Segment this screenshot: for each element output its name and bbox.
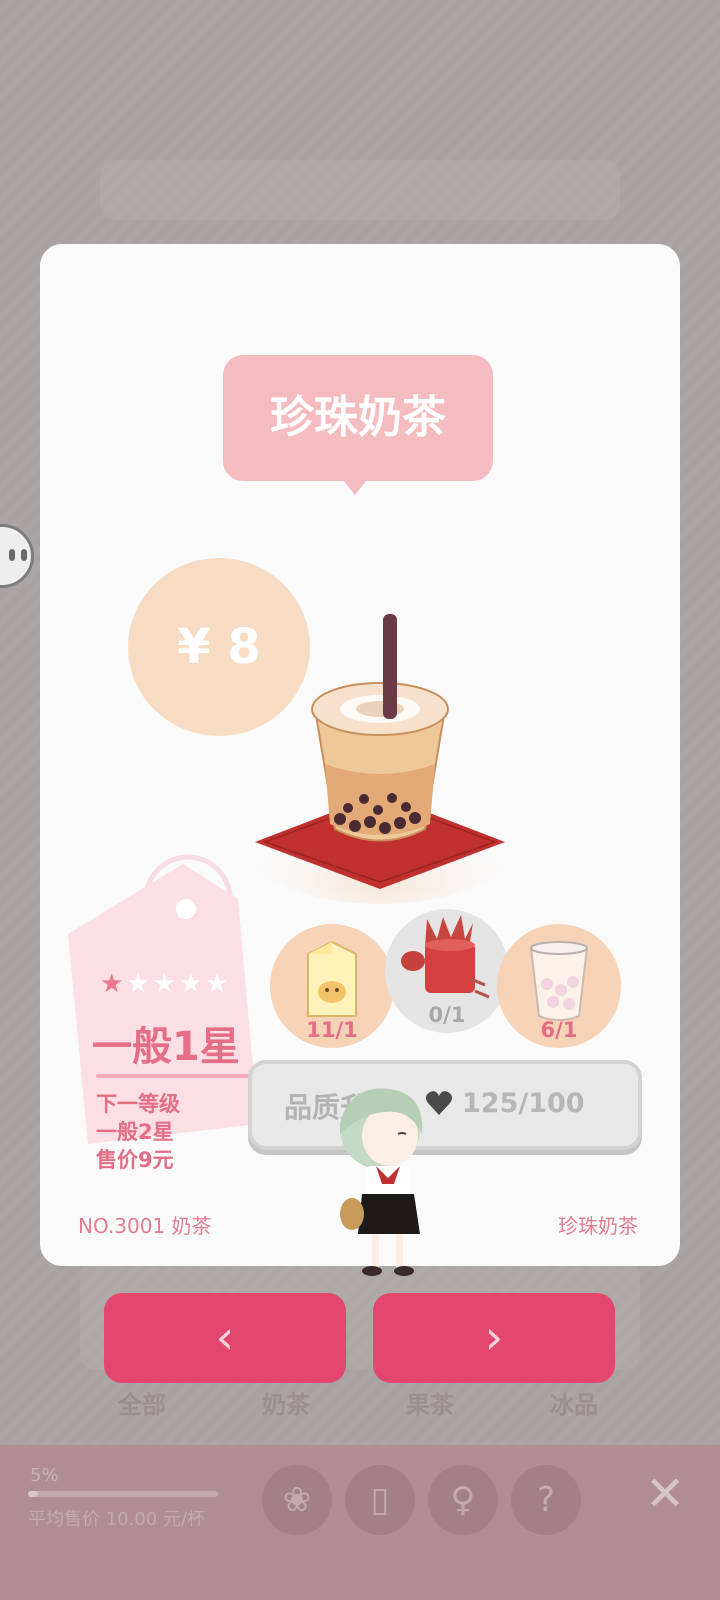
drink-number: NO.3001 奶茶	[78, 1214, 212, 1238]
progress-bar-fill	[28, 1491, 38, 1497]
person-icon[interactable]: ♀	[428, 1465, 498, 1535]
star-icon: ★	[152, 969, 179, 999]
star-rating: ★★★★★	[100, 969, 232, 999]
handle-eye-right	[21, 549, 27, 561]
cup-icon[interactable]: ▯	[345, 1465, 415, 1535]
handle-eye-left	[9, 549, 15, 561]
tab-milk-tea[interactable]: 奶茶	[262, 1385, 310, 1420]
side-menu-handle[interactable]	[0, 524, 34, 588]
apple-icon[interactable]: ❀	[262, 1465, 332, 1535]
star-icon: ★	[126, 969, 153, 999]
star-icon: ★	[205, 969, 232, 999]
next-button[interactable]: ›	[373, 1293, 615, 1383]
previous-button[interactable]: ‹	[104, 1293, 346, 1383]
next-level-name: 一般2星	[96, 1120, 174, 1144]
ingredient-tea[interactable]: 0/1	[385, 909, 509, 1033]
average-price: 平均售价 10.00 元/杯	[28, 1509, 206, 1530]
progress-bar	[28, 1491, 218, 1497]
title-bubble-tail	[344, 481, 366, 495]
tab-all[interactable]: 全部	[118, 1385, 166, 1420]
ingredient-count: 0/1	[428, 1003, 466, 1027]
next-level-price: 售价9元	[96, 1148, 174, 1172]
heart-count: 125/100	[462, 1088, 585, 1119]
walking-girl-character	[340, 1088, 423, 1276]
drink-footer-name: 珍珠奶茶	[558, 1214, 638, 1238]
question-icon[interactable]: ?	[511, 1465, 581, 1535]
ingredient-milk[interactable]: 11/1	[270, 924, 394, 1048]
category-tabs: 全部 奶茶 果茶 冰品	[0, 1385, 720, 1425]
next-level-info: 下一等级 一般2星 售价9元	[96, 1090, 180, 1174]
progress-percent: 5%	[30, 1465, 59, 1486]
star-icon: ★	[100, 969, 127, 999]
ingredient-pearls[interactable]: 6/1	[497, 924, 621, 1048]
ingredient-count: 6/1	[540, 1018, 578, 1042]
next-level-label: 下一等级	[96, 1092, 180, 1116]
star-icon: ★	[178, 969, 206, 999]
bottom-bar: 5% 平均售价 10.00 元/杯 ❀ ▯ ♀ ? ✕	[0, 1445, 720, 1600]
tab-fruit-tea[interactable]: 果茶	[406, 1385, 454, 1420]
drink-title: 珍珠奶茶	[223, 355, 493, 481]
close-icon[interactable]: ✕	[645, 1470, 685, 1518]
ingredient-count: 11/1	[306, 1018, 358, 1042]
tab-ice[interactable]: 冰品	[550, 1385, 598, 1420]
drink-detail-card: 珍珠奶茶 ¥ 8 ★★★★★ 一般1星 下一等级 一般2星 售价9元 11/1 …	[40, 244, 680, 1276]
background-shelf	[100, 160, 620, 220]
